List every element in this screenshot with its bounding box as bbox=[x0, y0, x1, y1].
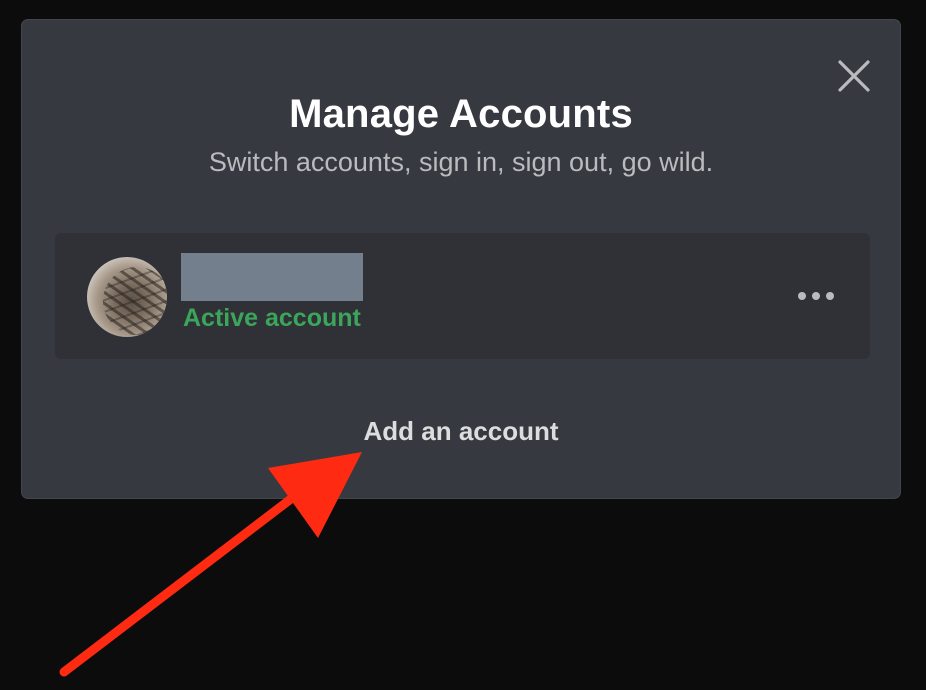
modal-title: Manage Accounts bbox=[289, 92, 633, 136]
manage-accounts-modal: Manage Accounts Switch accounts, sign in… bbox=[21, 19, 901, 499]
modal-subtitle: Switch accounts, sign in, sign out, go w… bbox=[208, 147, 714, 177]
more-options-button[interactable] bbox=[796, 283, 836, 309]
add-account-button[interactable]: Add an account bbox=[22, 416, 900, 447]
close-icon[interactable] bbox=[836, 58, 872, 94]
username-redacted bbox=[181, 253, 363, 301]
avatar bbox=[87, 257, 167, 337]
close-button[interactable] bbox=[836, 58, 872, 94]
more-options-icon[interactable] bbox=[796, 283, 836, 309]
cat-avatar-icon bbox=[103, 267, 167, 335]
account-card[interactable]: Active account bbox=[55, 233, 870, 359]
active-account-status: Active account bbox=[183, 304, 361, 332]
